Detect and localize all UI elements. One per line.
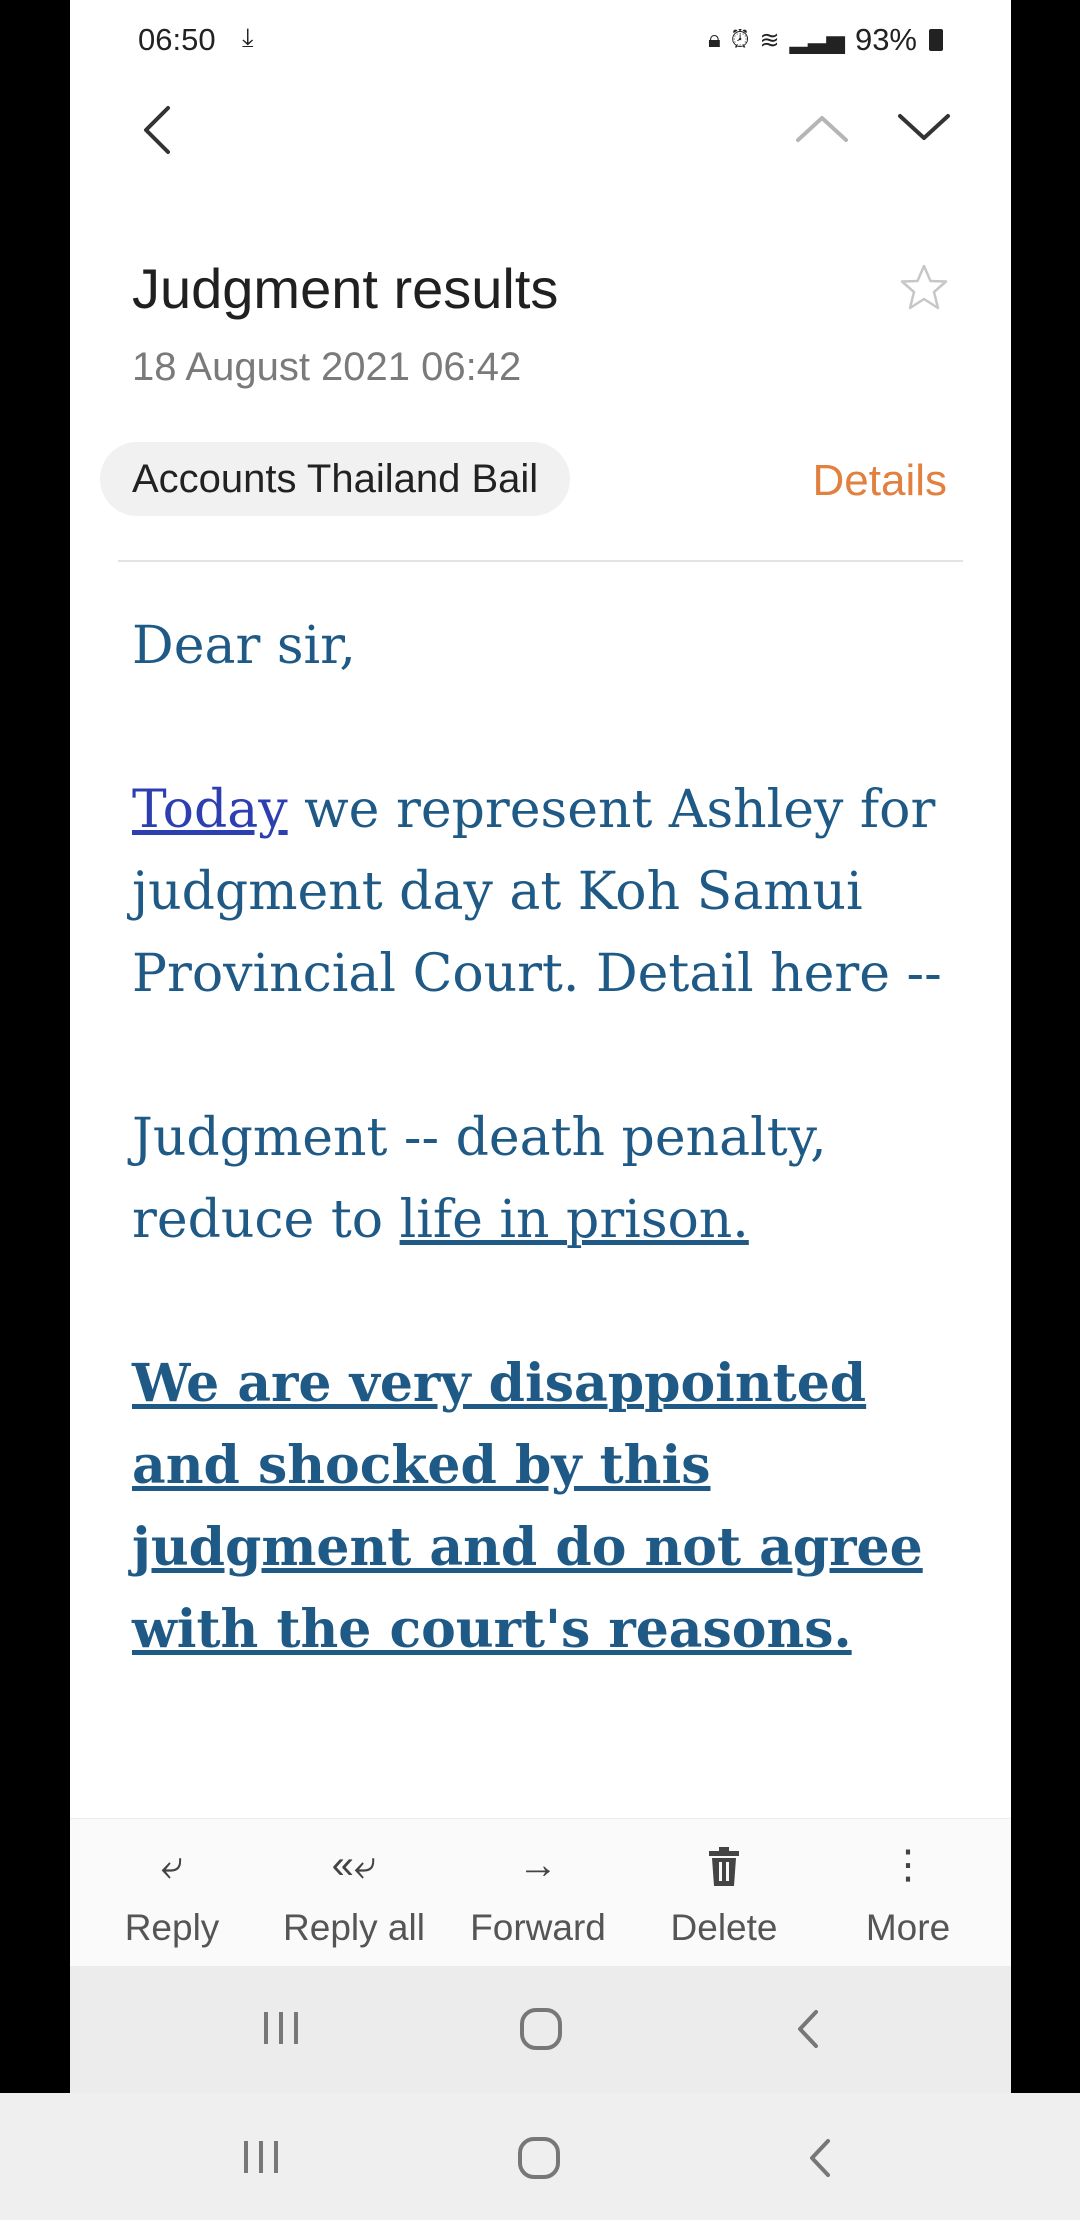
email-app-window: 06:50 ⤓ 🔒︎ ⏰︎ ≋ ▂▃▅ 93% Judgment results… bbox=[70, 0, 1011, 2093]
sender-chip[interactable]: Accounts Thailand Bail bbox=[100, 442, 571, 516]
reply-all-button[interactable]: «⤶ Reply all bbox=[264, 1839, 444, 1949]
reply-button[interactable]: ⤶ Reply bbox=[82, 1839, 262, 1949]
more-label: More bbox=[865, 1907, 951, 1948]
body-paragraph-3: We are very disappointed and shocked by … bbox=[132, 1353, 923, 1660]
outer-recent-apps-icon[interactable] bbox=[238, 2137, 284, 2177]
outer-back-icon[interactable] bbox=[800, 2135, 840, 2181]
recent-apps-icon[interactable] bbox=[258, 2008, 304, 2048]
greeting: Dear sir, bbox=[132, 616, 356, 676]
wifi-icon: ≋ bbox=[759, 26, 780, 54]
more-button[interactable]: ⋮ More bbox=[818, 1839, 998, 1949]
next-email-icon[interactable] bbox=[894, 108, 954, 148]
reply-icon: ⤶ bbox=[160, 1843, 184, 1887]
action-bar: ⤶ Reply «⤶ Reply all → Forward Delete ⋮ … bbox=[70, 1818, 1011, 1967]
system-nav-bar bbox=[70, 1966, 1011, 2093]
forward-label: Forward bbox=[470, 1907, 606, 1948]
email-body: Dear sir, Today we represent Ashley for … bbox=[132, 605, 982, 1671]
nav-back-icon[interactable] bbox=[788, 2006, 828, 2052]
body-paragraph-2: Judgment -- death penalty, reduce to lif… bbox=[132, 1097, 982, 1261]
status-time: 06:50 bbox=[138, 22, 216, 57]
delete-button[interactable]: Delete bbox=[634, 1839, 814, 1949]
delete-label: Delete bbox=[670, 1907, 778, 1948]
alarm-icon: ⏰︎ bbox=[730, 26, 750, 53]
reply-all-icon: «⤶ bbox=[331, 1843, 377, 1887]
reply-all-label: Reply all bbox=[283, 1907, 425, 1948]
today-link[interactable]: Today bbox=[132, 780, 288, 840]
home-icon[interactable] bbox=[518, 2006, 564, 2052]
battery-percent: 93% bbox=[854, 22, 917, 57]
details-link[interactable]: Details bbox=[813, 456, 948, 506]
battery-icon bbox=[929, 29, 943, 51]
status-icons: 🔒︎ ⏰︎ ≋ ▂▃▅ 93% bbox=[708, 22, 943, 58]
email-subject: Judgment results bbox=[132, 257, 559, 320]
download-icon: ⤓ bbox=[242, 22, 254, 52]
signal-icon: ▂▃▅ bbox=[789, 26, 845, 54]
forward-icon: → bbox=[518, 1843, 558, 1887]
reply-label: Reply bbox=[124, 1907, 220, 1948]
status-bar: 06:50 ⤓ 🔒︎ ⏰︎ ≋ ▂▃▅ 93% bbox=[70, 0, 1011, 80]
back-icon[interactable] bbox=[130, 100, 190, 160]
sender-name: Accounts Thailand Bail bbox=[132, 456, 539, 501]
outer-home-icon[interactable] bbox=[516, 2135, 562, 2181]
more-icon: ⋮ bbox=[888, 1843, 928, 1887]
forward-button[interactable]: → Forward bbox=[448, 1839, 628, 1949]
life-in-prison-text: life in prison. bbox=[399, 1190, 749, 1250]
body-paragraph-1: Today we represent Ashley for judgment d… bbox=[132, 769, 982, 1015]
email-date: 18 August 2021 06:42 bbox=[132, 345, 522, 389]
star-icon[interactable] bbox=[898, 262, 950, 314]
previous-email-icon[interactable] bbox=[792, 108, 852, 148]
outer-nav-bar bbox=[0, 2093, 1080, 2220]
lock-icon: 🔒︎ bbox=[707, 26, 721, 53]
trash-icon bbox=[634, 1839, 814, 1891]
header-divider bbox=[118, 560, 963, 562]
